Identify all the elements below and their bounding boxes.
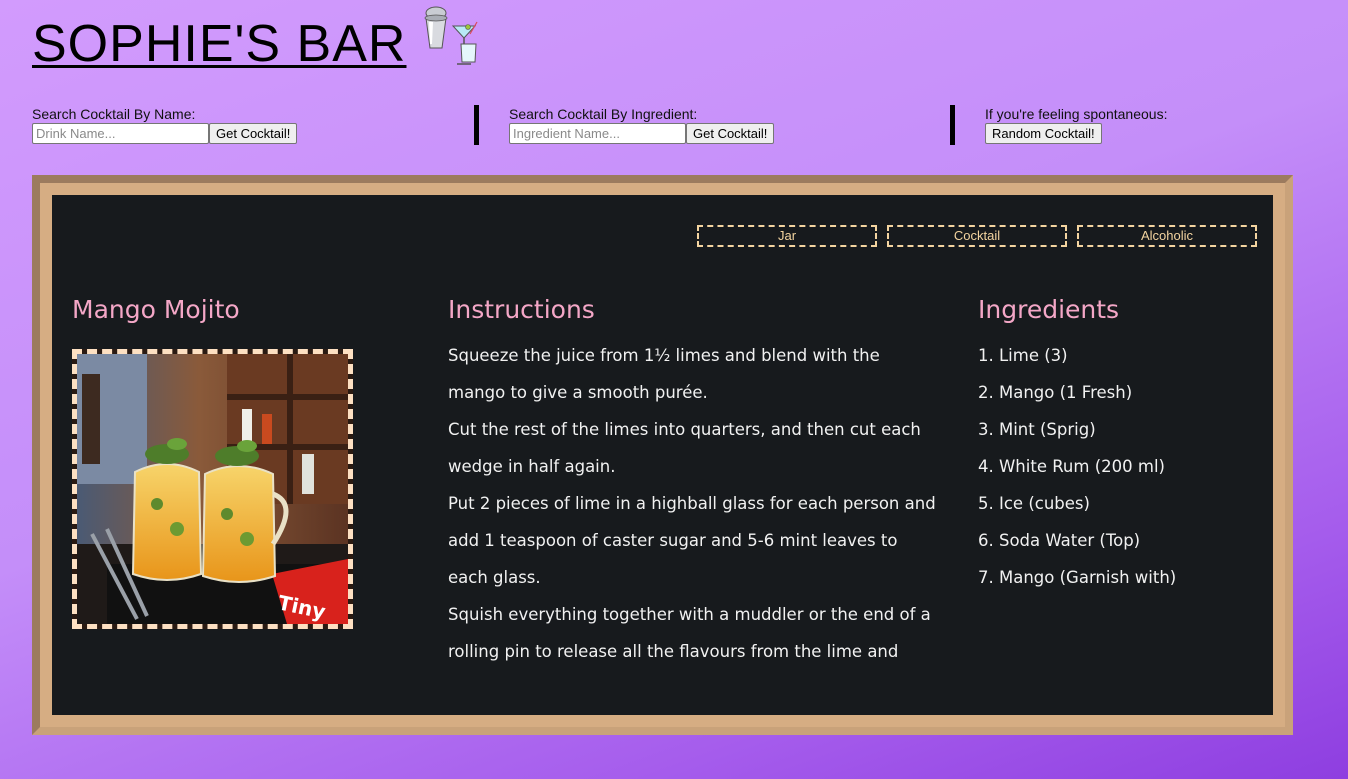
- search-by-name-group: Search Cocktail By Name: Get Cocktail!: [32, 106, 298, 144]
- random-group: If you're feeling spontaneous: Random Co…: [985, 106, 1167, 144]
- ingredients-list: 1. Lime (3) 2. Mango (1 Fresh) 3. Mint (…: [978, 337, 1258, 596]
- drink-card-frame: Jar Cocktail Alcoholic Mango Mojito Inst…: [32, 175, 1293, 735]
- drink-name-input[interactable]: [32, 123, 209, 144]
- get-cocktail-by-name-button[interactable]: Get Cocktail!: [209, 123, 298, 144]
- cocktail-shaker-icon: [425, 6, 479, 65]
- tag-glass: Jar: [697, 225, 877, 247]
- site-title[interactable]: SOPHIE'S BAR: [32, 4, 420, 84]
- search-by-ingredient-label: Search Cocktail By Ingredient:: [509, 106, 698, 122]
- tag-category: Cocktail: [887, 225, 1067, 247]
- instructions-text: Squeeze the juice from 1½ limes and blen…: [448, 337, 940, 670]
- ingredient-item: 6. Soda Water (Top): [978, 531, 1141, 550]
- ingredient-item: 3. Mint (Sprig): [978, 420, 1096, 439]
- ingredient-item: 2. Mango (1 Fresh): [978, 383, 1133, 402]
- ingredient-name-input[interactable]: [509, 123, 686, 144]
- divider: [474, 105, 479, 145]
- ingredient-item: 7. Mango (Garnish with): [978, 568, 1177, 587]
- instruction-step: Squish everything together with a muddle…: [448, 605, 931, 661]
- search-by-ingredient-group: Search Cocktail By Ingredient: Get Cockt…: [509, 106, 775, 144]
- ingredient-item: 5. Ice (cubes): [978, 494, 1090, 513]
- ingredient-item: 1. Lime (3): [978, 346, 1068, 365]
- site-header: SOPHIE'S BAR: [32, 4, 482, 84]
- ingredients-heading: Ingredients: [978, 295, 1120, 324]
- drink-card: Jar Cocktail Alcoholic Mango Mojito Inst…: [52, 195, 1273, 715]
- random-label: If you're feeling spontaneous:: [985, 106, 1168, 122]
- divider: [950, 105, 955, 145]
- get-cocktail-by-ingredient-button[interactable]: Get Cocktail!: [686, 123, 775, 144]
- ingredient-item: 4. White Rum (200 ml): [978, 457, 1165, 476]
- drink-photo: Tiny: [72, 349, 353, 629]
- tag-alcoholic: Alcoholic: [1077, 225, 1257, 247]
- instructions-heading: Instructions: [448, 295, 595, 324]
- drink-image: Tiny: [77, 354, 348, 624]
- instruction-step: Put 2 pieces of lime in a highball glass…: [448, 494, 936, 587]
- search-by-name-label: Search Cocktail By Name:: [32, 106, 196, 122]
- instruction-step: Squeeze the juice from 1½ limes and blen…: [448, 346, 880, 402]
- random-cocktail-button[interactable]: Random Cocktail!: [985, 123, 1102, 144]
- drink-name: Mango Mojito: [72, 295, 240, 324]
- instruction-step: Cut the rest of the limes into quarters,…: [448, 420, 921, 476]
